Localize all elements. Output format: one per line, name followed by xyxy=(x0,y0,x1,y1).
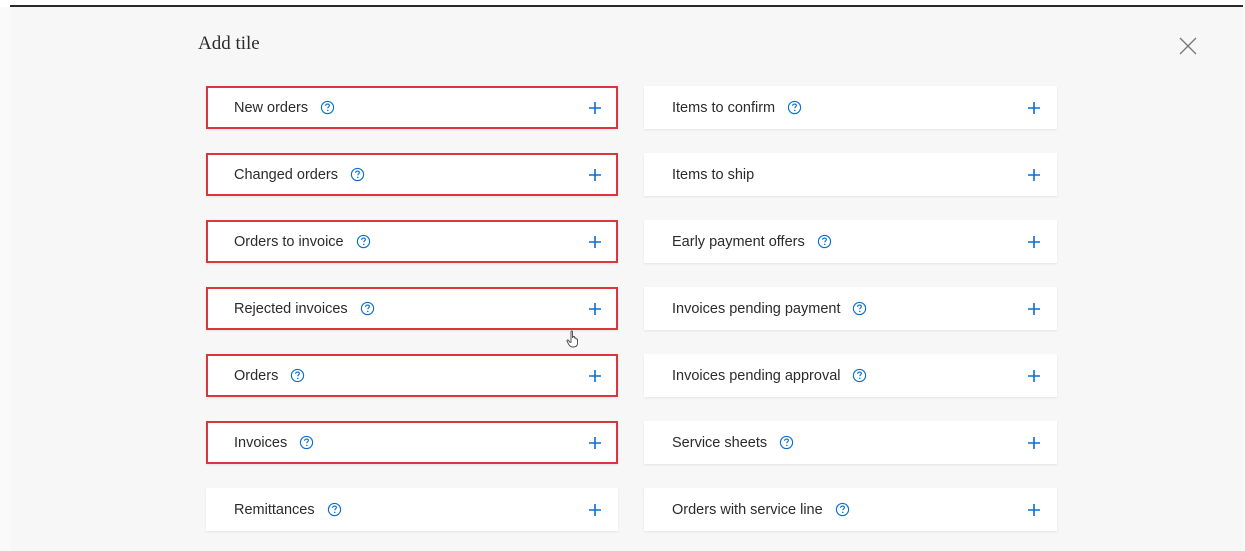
help-icon[interactable] xyxy=(360,301,375,316)
tile-label: Orders xyxy=(234,368,305,384)
help-icon[interactable] xyxy=(787,100,802,115)
tile-label-text: Invoices pending approval xyxy=(672,367,841,384)
help-icon[interactable] xyxy=(779,435,794,450)
tile-orders-with-service-line[interactable]: Orders with service line xyxy=(644,488,1057,531)
dialog-title: Add tile xyxy=(198,33,260,54)
hand-cursor-icon xyxy=(566,330,580,348)
tile-invoices-pending-approval[interactable]: Invoices pending approval xyxy=(644,354,1057,397)
tile-label: Rejected invoices xyxy=(234,301,375,317)
tile-label-text: New orders xyxy=(234,99,309,116)
help-icon[interactable] xyxy=(299,435,314,450)
add-icon[interactable] xyxy=(1027,168,1041,182)
add-icon[interactable] xyxy=(588,168,602,182)
tile-label-text: Changed orders xyxy=(234,166,338,183)
tile-changed-orders[interactable]: Changed orders xyxy=(206,153,618,196)
tile-label: Invoices pending approval xyxy=(672,368,867,384)
help-icon[interactable] xyxy=(852,301,867,316)
add-icon[interactable] xyxy=(1027,436,1041,450)
add-icon[interactable] xyxy=(588,302,602,316)
tile-label: Invoices xyxy=(234,435,314,451)
tile-label: Early payment offers xyxy=(672,234,832,250)
help-icon[interactable] xyxy=(327,502,342,517)
tile-label: Orders to invoice xyxy=(234,234,371,250)
tile-items-to-ship[interactable]: Items to ship xyxy=(644,153,1057,196)
tile-new-orders[interactable]: New orders xyxy=(206,86,618,129)
tile-invoices[interactable]: Invoices xyxy=(206,421,618,464)
tile-label-text: Rejected invoices xyxy=(234,300,348,317)
add-icon[interactable] xyxy=(588,235,602,249)
add-icon[interactable] xyxy=(588,369,602,383)
tile-label-text: Invoices pending payment xyxy=(672,300,841,317)
tile-label-text: Orders to invoice xyxy=(234,233,344,250)
tile-orders-to-invoice[interactable]: Orders to invoice xyxy=(206,220,618,263)
tile-items-to-confirm[interactable]: Items to confirm xyxy=(644,86,1057,129)
add-icon[interactable] xyxy=(1027,235,1041,249)
tile-rejected-invoices[interactable]: Rejected invoices xyxy=(206,287,618,330)
help-icon[interactable] xyxy=(817,234,832,249)
tile-label-text: Orders with service line xyxy=(672,501,823,518)
tile-label: Remittances xyxy=(234,502,342,518)
close-icon[interactable] xyxy=(1176,34,1200,58)
help-icon[interactable] xyxy=(290,368,305,383)
tile-invoices-pending-payment[interactable]: Invoices pending payment xyxy=(644,287,1057,330)
tile-label-text: Invoices xyxy=(234,434,288,451)
add-icon[interactable] xyxy=(588,436,602,450)
add-icon[interactable] xyxy=(588,503,602,517)
tile-remittances[interactable]: Remittances xyxy=(206,488,618,531)
tile-label: Items to confirm xyxy=(672,100,802,116)
top-border xyxy=(0,0,1245,7)
help-icon[interactable] xyxy=(350,167,365,182)
tile-label-text: Early payment offers xyxy=(672,233,805,250)
add-icon[interactable] xyxy=(588,101,602,115)
tile-label-text: Remittances xyxy=(234,501,315,518)
tile-label-text: Orders xyxy=(234,367,279,384)
tile-label: Invoices pending payment xyxy=(672,301,867,317)
tile-label: Items to ship xyxy=(672,167,754,183)
help-icon[interactable] xyxy=(320,100,335,115)
add-icon[interactable] xyxy=(1027,302,1041,316)
add-icon[interactable] xyxy=(1027,369,1041,383)
add-tile-dialog: Add tile New orders Changed orders Orders … xyxy=(10,7,1243,551)
tile-label: New orders xyxy=(234,100,335,116)
help-icon[interactable] xyxy=(356,234,371,249)
tile-label-text: Items to confirm xyxy=(672,99,776,116)
tile-orders[interactable]: Orders xyxy=(206,354,618,397)
add-icon[interactable] xyxy=(1027,101,1041,115)
tile-label-text: Items to ship xyxy=(672,166,755,183)
help-icon[interactable] xyxy=(852,368,867,383)
tile-label-text: Service sheets xyxy=(672,434,768,451)
tile-early-payment-offers[interactable]: Early payment offers xyxy=(644,220,1057,263)
help-icon[interactable] xyxy=(835,502,850,517)
tile-label: Changed orders xyxy=(234,167,365,183)
tile-label: Service sheets xyxy=(672,435,794,451)
add-icon[interactable] xyxy=(1027,503,1041,517)
tile-label: Orders with service line xyxy=(672,502,850,518)
tile-service-sheets[interactable]: Service sheets xyxy=(644,421,1057,464)
